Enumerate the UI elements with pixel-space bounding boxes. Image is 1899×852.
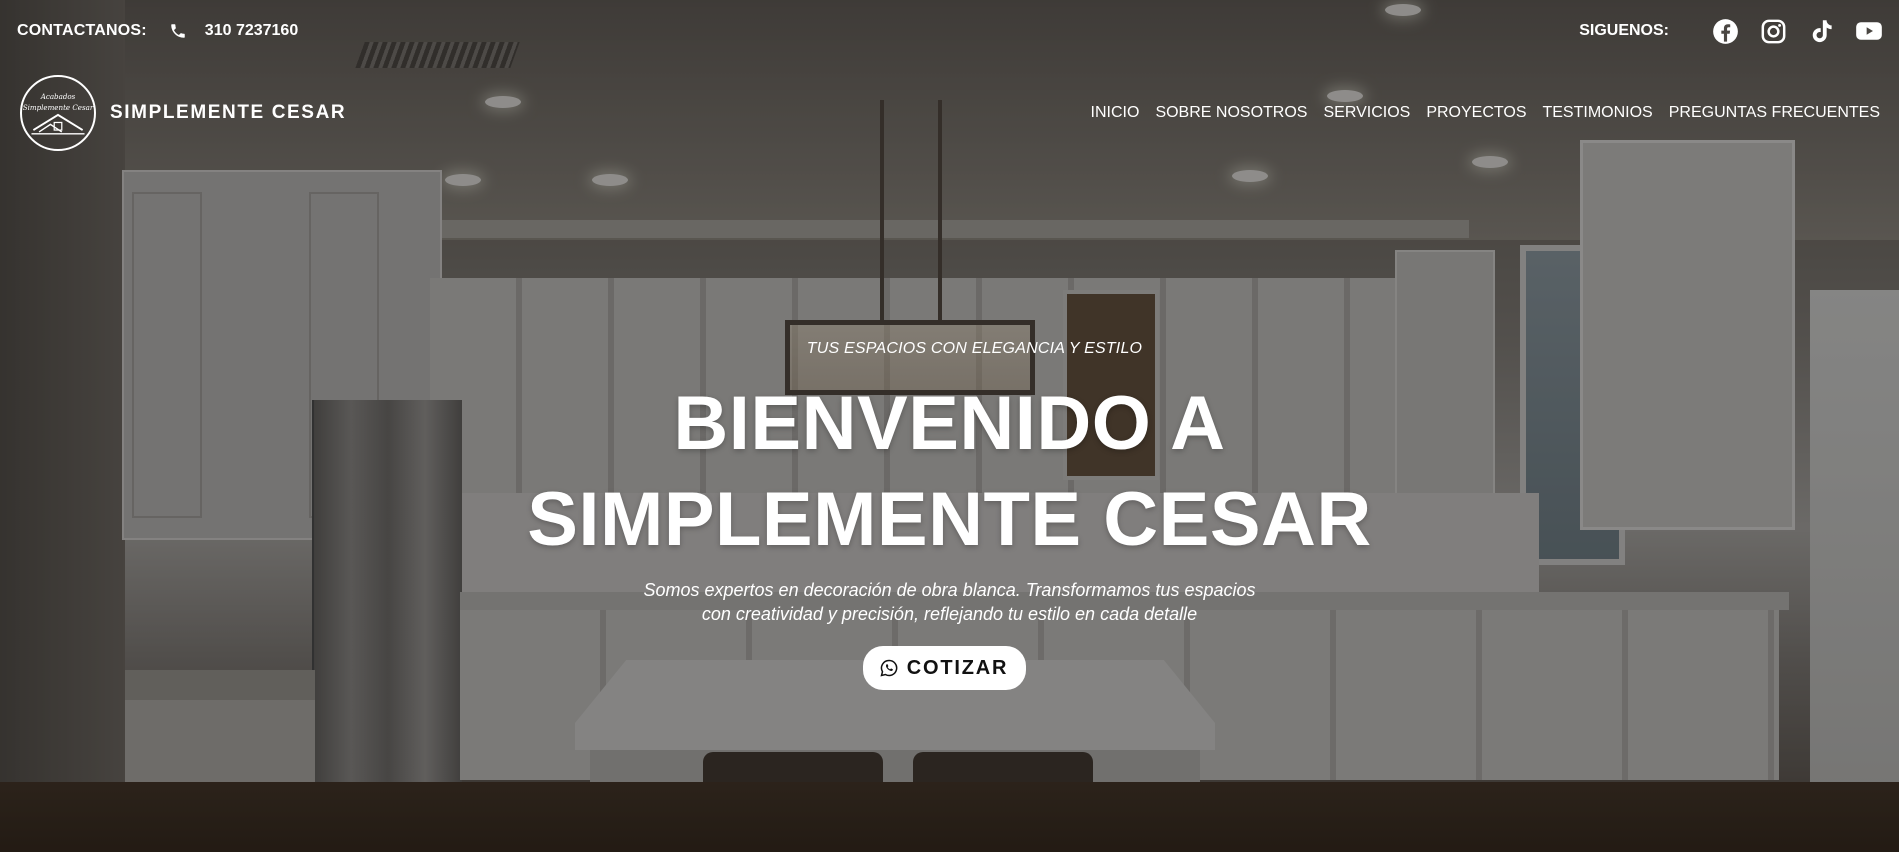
social-links: SIGUENOS: [1579,17,1883,45]
cotizar-button-label: COTIZAR [906,656,1009,679]
instagram-icon[interactable] [1759,17,1787,45]
nav-item-proyectos[interactable]: PROYECTOS [1426,104,1526,122]
brand-name: SIMPLEMENTE CESAR [110,102,347,123]
top-bar: CONTACTANOS: 310 7237160 SIGUENOS: [0,0,1899,62]
hero-headline: BIENVENIDO A SIMPLEMENTE CESAR [0,376,1899,568]
hero-tagline: TUS ESPACIOS CON ELEGANCIA Y ESTILO [806,340,1143,357]
svg-text:Acabados: Acabados [40,92,76,101]
facebook-icon[interactable] [1711,17,1739,45]
youtube-icon[interactable] [1855,17,1883,45]
hero-section: TUS ESPACIOS CON ELEGANCIA Y ESTILO BIEN… [0,340,1899,690]
hero-subtitle: Somos expertos en decoración de obra bla… [0,578,1899,626]
svg-text:Simplemente Cesar: Simplemente Cesar [23,103,94,112]
tiktok-icon[interactable] [1807,17,1835,45]
cotizar-button[interactable]: COTIZAR [862,646,1027,690]
brand-home-link[interactable]: Acabados Simplemente Cesar SIMPLEMENTE C… [20,75,346,151]
hero-subtitle-line-1: Somos expertos en decoración de obra bla… [643,580,1256,600]
nav-item-servicios[interactable]: SERVICIOS [1323,104,1410,122]
nav-item-testimonios[interactable]: TESTIMONIOS [1542,104,1652,122]
phone-icon [169,22,187,40]
phone-number-link[interactable]: 310 7237160 [205,22,298,40]
nav-item-inicio[interactable]: INICIO [1091,104,1140,122]
hero-headline-line-2: SIMPLEMENTE CESAR [527,477,1372,562]
social-label: SIGUENOS: [1579,22,1669,39]
contact-label: CONTACTANOS: [17,22,147,39]
brand-logo: Acabados Simplemente Cesar [20,75,96,151]
hero-headline-line-1: BIENVENIDO A [673,381,1226,466]
nav-item-sobre-nosotros[interactable]: SOBRE NOSOTROS [1155,104,1307,122]
whatsapp-icon [879,658,899,678]
hero-subtitle-line-2: con creatividad y precisión, reflejando … [701,604,1198,624]
contact-info: CONTACTANOS: 310 7237160 [17,22,298,40]
nav-menu: INICIO SOBRE NOSOTROS SERVICIOS PROYECTO… [1075,104,1880,122]
nav-item-preguntas-frecuentes[interactable]: PREGUNTAS FRECUENTES [1669,104,1880,122]
main-navbar: Acabados Simplemente Cesar SIMPLEMENTE C… [0,75,1899,151]
